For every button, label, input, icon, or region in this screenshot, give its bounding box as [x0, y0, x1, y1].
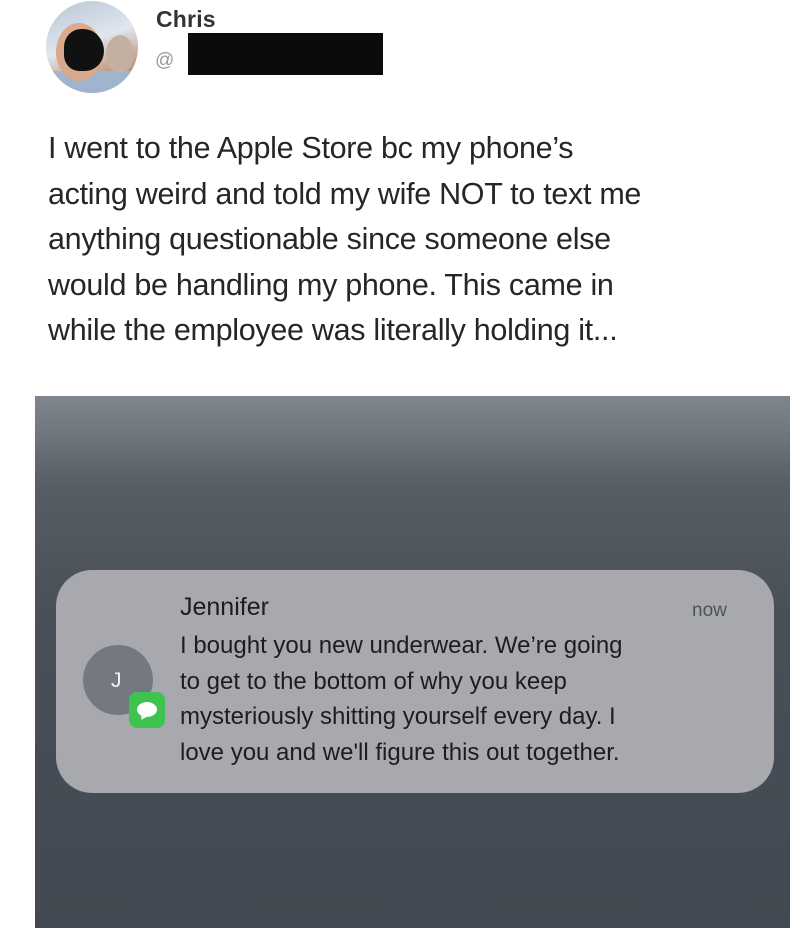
tweet-text-line: anything questionable since someone else: [48, 222, 611, 256]
notification-body-line: love you and we'll figure this out toget…: [180, 738, 620, 766]
handle-redaction-bar: [188, 33, 383, 75]
tweet-text-line: acting weird and told my wife NOT to tex…: [48, 176, 642, 211]
notification-body-line: to get to the bottom of why you keep: [180, 667, 567, 695]
tweet-text-line: I went to the Apple Store bc my phone’s: [48, 131, 574, 165]
messages-icon: [129, 692, 165, 728]
tweet-text: I went to the Apple Store bc my phone’s …: [48, 126, 788, 354]
notification-sender: Jennifer: [180, 593, 269, 621]
notification-body: I bought you new underwear. We’re going …: [180, 628, 760, 770]
notification-time: now: [692, 600, 727, 621]
tweet-header: Chris @: [0, 0, 800, 110]
avatar-second-face: [106, 35, 134, 73]
user-handle[interactable]: @: [155, 50, 174, 72]
tweet-text-line: while the employee was literally holding…: [48, 313, 618, 347]
notification-body-line: mysteriously shitting yourself every day…: [180, 703, 616, 730]
user-name[interactable]: Chris: [156, 6, 216, 33]
contact-avatar-initial: J: [111, 669, 122, 692]
user-avatar[interactable]: [46, 1, 138, 93]
notification-body-line: I bought you new underwear. We’re going: [180, 632, 623, 659]
avatar-redaction: [64, 29, 104, 71]
lockscreen-haze: [35, 396, 790, 486]
tweet-text-line: would be handling my phone. This came in: [48, 267, 614, 302]
